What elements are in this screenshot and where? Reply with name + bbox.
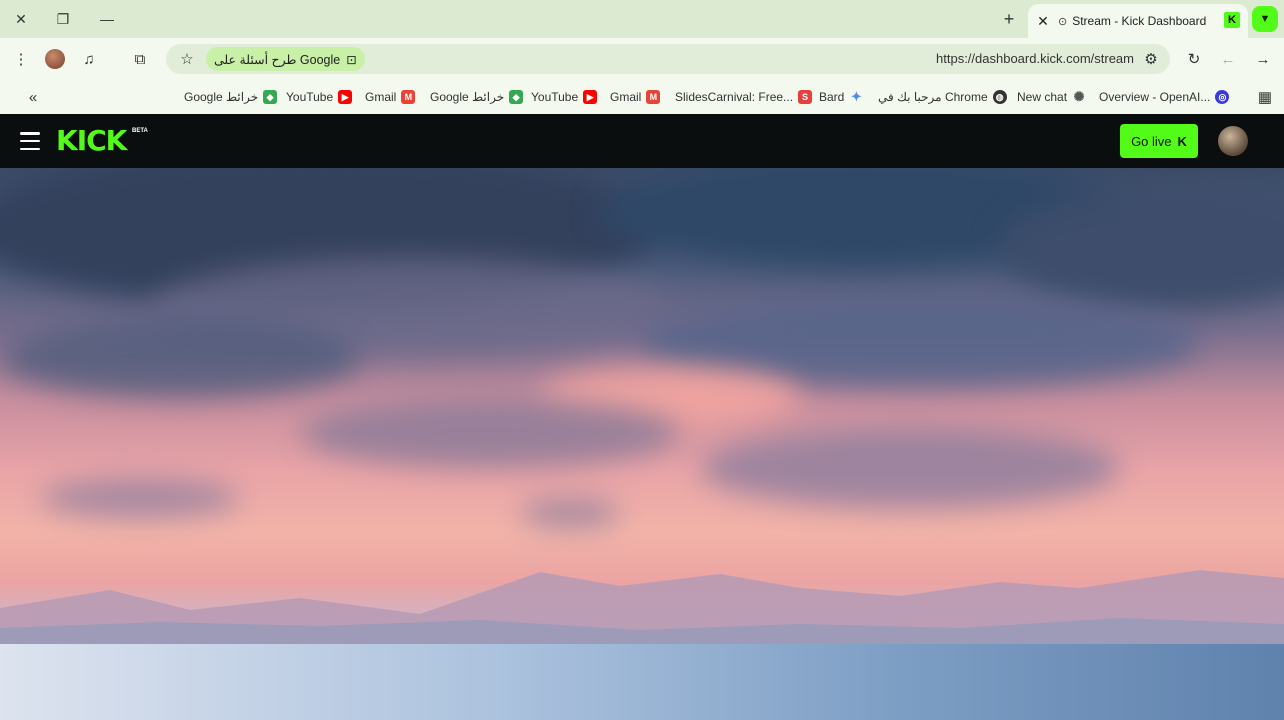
bookmark-label: مرحبا بك في Chrome — [878, 90, 988, 104]
hamburger-menu-icon[interactable] — [20, 132, 40, 150]
maps-icon: ◆ — [263, 90, 278, 104]
all-bookmarks-grid-icon[interactable]: ▦ — [1252, 84, 1278, 110]
bookmark-item[interactable]: مرحبا بك في Chrome ◍ — [878, 87, 1007, 107]
go-live-label: Go live — [1131, 133, 1172, 149]
profile-avatar[interactable] — [42, 46, 68, 72]
back-arrow-icon[interactable]: ← — [1215, 46, 1241, 72]
slidescarnival-icon: S — [798, 90, 813, 104]
bookmark-item[interactable]: Bard ✦ — [819, 87, 863, 107]
bookmark-item[interactable]: YouTube ▶ — [531, 87, 598, 107]
browser-titlebar: ✕ ❐ — + ✕ ⊙ Stream - Kick Dashboard K ▼ — [0, 0, 1284, 38]
menu-kebab-icon[interactable]: ⋮ — [8, 46, 34, 72]
gmail-icon: M — [646, 90, 661, 104]
bookmark-label: New chat — [1017, 90, 1068, 104]
water-surface — [0, 644, 1284, 720]
bookmark-label: SlidesCarnival: Free... — [675, 90, 794, 104]
address-bar[interactable]: ☆ طرح أسئلة على Google ⊡ https://dashboa… — [166, 44, 1170, 74]
kick-logo[interactable]: KICK — [56, 126, 127, 156]
bookmark-label: YouTube — [286, 90, 334, 104]
stream-hero-banner — [0, 168, 1284, 720]
bookmark-item[interactable]: YouTube ▶ — [286, 87, 353, 107]
bookmark-item[interactable]: Gmail M — [610, 87, 661, 107]
tab-close-icon[interactable]: ✕ — [1028, 6, 1058, 36]
extensions-icon[interactable]: ⧉ — [127, 46, 153, 72]
bard-icon: ✦ — [850, 89, 862, 104]
bookmark-label: Gmail — [365, 90, 397, 104]
go-live-button[interactable]: Go live K — [1120, 124, 1198, 158]
youtube-icon: ▶ — [583, 90, 598, 104]
tab-title: Stream - Kick Dashboard — [1072, 14, 1207, 28]
bookmark-item[interactable]: Overview - OpenAI... ◎ — [1099, 87, 1230, 107]
ask-google-label: طرح أسئلة على Google — [214, 52, 341, 67]
tab-kick-dashboard[interactable]: ✕ ⊙ Stream - Kick Dashboard K — [1028, 4, 1248, 38]
bookmark-item[interactable]: Gmail M — [365, 87, 416, 107]
media-queue-icon[interactable]: ♫ — [76, 46, 102, 72]
bookmark-label: Google خرائط — [430, 90, 505, 104]
bookmark-label: Overview - OpenAI... — [1099, 90, 1211, 104]
ask-google-chip[interactable]: طرح أسئلة على Google ⊡ — [206, 47, 365, 71]
collapse-bookmarks-icon[interactable]: « — [20, 84, 46, 110]
maps-icon: ◆ — [509, 90, 524, 104]
kick-header: KICK BETA Go live K — [0, 114, 1284, 168]
url-text[interactable]: https://dashboard.kick.com/stream — [936, 51, 1134, 66]
user-avatar[interactable] — [1218, 126, 1248, 156]
tab-search-chevron-icon[interactable]: ▼ — [1252, 6, 1278, 32]
minimize-window-icon[interactable]: — — [94, 6, 120, 32]
reload-icon[interactable]: ↻ — [1181, 46, 1207, 72]
youtube-icon: ▶ — [338, 90, 353, 104]
lens-icon: ⊡ — [346, 52, 357, 67]
bookmark-label: Google خرائط — [184, 90, 259, 104]
bookmark-label: YouTube — [531, 90, 579, 104]
openai-overview-icon: ◎ — [1215, 90, 1230, 104]
beta-badge: BETA — [132, 128, 148, 134]
tab-audio-icon: ⊙ — [1058, 15, 1068, 28]
new-tab-button[interactable]: + — [996, 6, 1022, 32]
restore-window-icon[interactable]: ❐ — [50, 6, 76, 32]
bookmark-star-icon[interactable]: ☆ — [174, 46, 200, 72]
close-window-icon[interactable]: ✕ — [8, 6, 34, 32]
openai-icon: ✺ — [1073, 89, 1085, 104]
gmail-icon: M — [401, 90, 416, 104]
site-settings-icon[interactable]: ⚙ — [1138, 46, 1164, 72]
bookmark-item[interactable]: Google خرائط ◆ — [184, 87, 278, 107]
bookmarks-bar: « Google خرائط ◆ YouTube ▶ Gmail M Googl… — [0, 80, 1284, 114]
forward-arrow-icon[interactable]: → — [1250, 46, 1276, 72]
bookmark-item[interactable]: Google خرائط ◆ — [430, 87, 524, 107]
kick-favicon-icon: K — [1224, 12, 1240, 28]
bookmark-item[interactable]: SlidesCarnival: Free... S — [675, 87, 813, 107]
kick-k-icon: K — [1177, 133, 1187, 149]
mountain-silhouette — [0, 570, 1284, 648]
bookmark-item[interactable]: New chat ✺ — [1017, 87, 1086, 107]
bookmark-label: Gmail — [610, 90, 642, 104]
browser-toolbar: ⋮ ♫ ⧉ ☆ طرح أسئلة على Google ⊡ https://d… — [0, 38, 1284, 80]
chrome-globe-icon: ◍ — [992, 90, 1007, 104]
bookmark-label: Bard — [819, 90, 845, 104]
